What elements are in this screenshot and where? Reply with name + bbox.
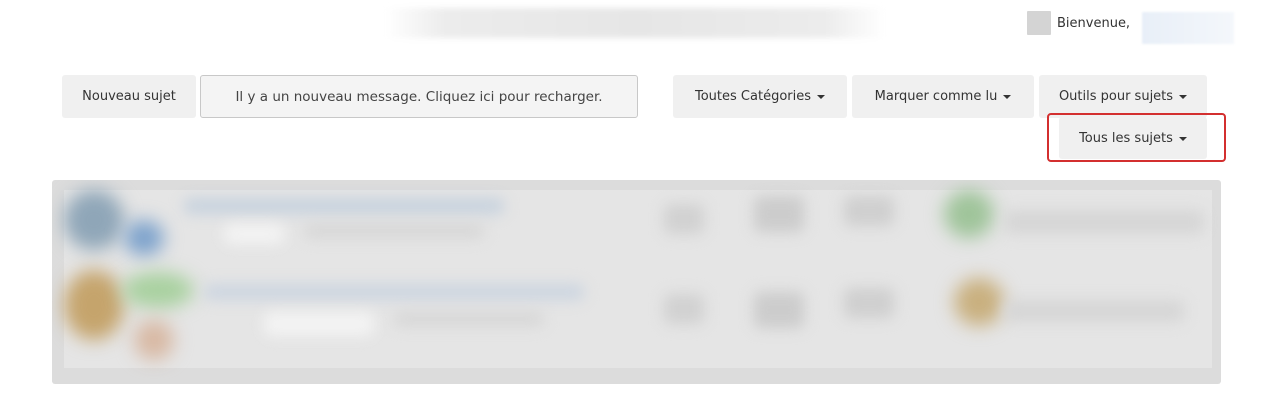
user-greeting: Bienvenue,	[1027, 11, 1130, 35]
topic-row[interactable]	[64, 190, 1212, 270]
topic-tools-dropdown[interactable]: Outils pour sujets	[1039, 75, 1207, 118]
caret-down-icon	[817, 95, 825, 99]
reload-notice-label: Il y a un nouveau message. Cliquez ici p…	[235, 88, 603, 105]
title-blurred	[204, 284, 584, 300]
topic-row[interactable]	[64, 270, 1212, 368]
all-topics-label: Tous les sujets	[1079, 130, 1173, 146]
replies-blurred	[664, 294, 704, 324]
badge-blurred	[122, 272, 194, 308]
caret-down-icon	[1178, 136, 1187, 141]
title-blurred	[184, 198, 504, 214]
mark-read-dropdown[interactable]: Marquer comme lu	[852, 75, 1034, 118]
mark-read-label: Marquer comme lu	[874, 89, 998, 104]
all-topics-dropdown[interactable]: Tous les sujets	[1059, 117, 1207, 159]
user-avatar[interactable]	[1027, 11, 1051, 35]
header-blurred-region	[385, 8, 885, 38]
categories-dropdown[interactable]: Toutes Catégories	[673, 75, 847, 118]
views-blurred	[754, 292, 804, 328]
user-icon-blurred	[124, 220, 164, 256]
avatar-blurred	[64, 190, 124, 250]
meta-blurred	[394, 312, 544, 326]
likes-blurred	[844, 288, 894, 318]
last-poster-avatar-blurred	[944, 190, 994, 238]
views-blurred	[754, 196, 804, 232]
caret-down-icon	[1179, 95, 1188, 99]
replies-blurred	[664, 204, 704, 234]
last-post-blurred	[1004, 300, 1184, 322]
avatar-blurred	[64, 270, 124, 340]
tag-blurred	[264, 312, 374, 336]
topic-list	[52, 180, 1221, 384]
caret-down-icon	[1003, 95, 1012, 99]
tag-blurred	[224, 224, 284, 244]
reload-notice-button[interactable]: Il y a un nouveau message. Cliquez ici p…	[200, 75, 638, 118]
likes-blurred	[844, 196, 894, 226]
last-post-blurred	[1004, 210, 1204, 234]
username-blurred[interactable]	[1142, 12, 1234, 44]
user-icon-blurred	[134, 320, 174, 360]
new-topic-label: Nouveau sujet	[82, 89, 176, 104]
welcome-text: Bienvenue,	[1057, 15, 1131, 31]
categories-label: Toutes Catégories	[695, 89, 811, 104]
topic-tools-label: Outils pour sujets	[1058, 89, 1174, 104]
forum-page: Bienvenue, Nouveau sujet Il y a un nouve…	[0, 0, 1264, 412]
meta-blurred	[304, 224, 484, 238]
new-topic-button[interactable]: Nouveau sujet	[62, 75, 196, 118]
last-poster-avatar-blurred	[954, 278, 1004, 326]
